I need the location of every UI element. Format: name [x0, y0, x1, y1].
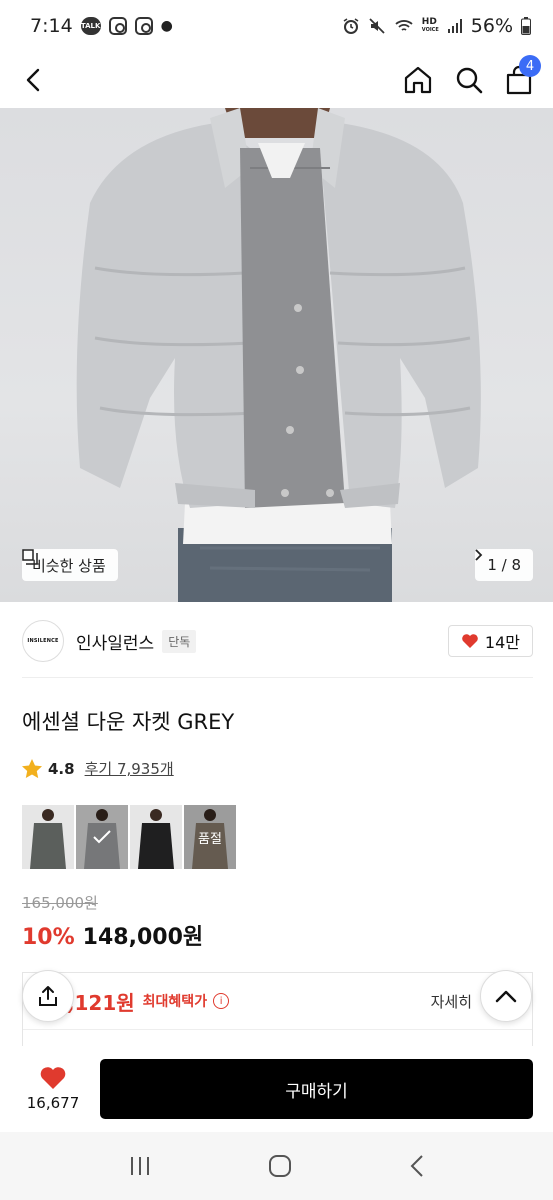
scroll-top-button[interactable] — [480, 970, 532, 1022]
mute-icon — [369, 18, 385, 34]
variant-thumb[interactable] — [130, 805, 182, 869]
image-counter-text: 1 / 8 — [487, 556, 521, 574]
home-icon[interactable] — [403, 65, 433, 95]
variant-thumb-soldout[interactable]: 품절 — [184, 805, 236, 869]
wifi-icon — [395, 20, 413, 31]
variant-photo — [30, 809, 66, 869]
reviews-link[interactable]: 후기 7,935개 — [85, 758, 174, 779]
sale-price: 148,000원 — [82, 925, 204, 950]
exclusive-tag: 단독 — [162, 629, 197, 653]
chevron-up-icon — [495, 990, 517, 1003]
share-icon — [39, 986, 57, 1006]
battery-icon — [521, 17, 531, 35]
share-button[interactable] — [22, 970, 74, 1022]
wishlist-count: 16,677 — [26, 1094, 80, 1112]
back-nav-icon[interactable] — [409, 1154, 425, 1178]
max-benefit-label: 최대혜택가 — [142, 994, 208, 1010]
product-title: 에센셜 다운 자켓 GREY — [22, 710, 235, 734]
chevron-right-icon — [475, 549, 483, 561]
product-photo — [76, 108, 481, 602]
benefit-details-link[interactable]: 자세히 — [431, 991, 472, 1012]
brand-logo[interactable]: INSILENCE — [22, 620, 64, 662]
system-nav-bar — [0, 1132, 553, 1200]
more-notifications-icon: ● — [160, 18, 173, 34]
search-icon[interactable] — [455, 66, 483, 94]
variant-thumb[interactable] — [22, 805, 74, 869]
variant-photo — [138, 809, 174, 869]
bottom-purchase-bar: 16,677 구매하기 — [0, 1046, 553, 1132]
heart-icon — [40, 1067, 66, 1089]
rating-row: 4.8 후기 7,935개 — [22, 758, 174, 779]
battery-percent: 56% — [470, 15, 513, 37]
signal-icon — [447, 19, 462, 33]
info-icon[interactable]: i — [213, 993, 230, 1009]
image-counter[interactable]: 1 / 8 — [475, 549, 533, 581]
brand-like-button[interactable]: 14만 — [447, 625, 533, 657]
wishlist-button[interactable]: 16,677 — [18, 1066, 88, 1112]
similar-products-button[interactable]: 비슷한 상품 — [22, 549, 118, 581]
buy-button[interactable]: 구매하기 — [100, 1059, 533, 1119]
home-nav-icon[interactable] — [268, 1154, 292, 1178]
heart-icon — [462, 634, 478, 648]
soldout-label: 품절 — [184, 805, 236, 869]
product-image-carousel[interactable]: 비슷한 상품 1 / 8 — [0, 108, 553, 602]
divider — [22, 677, 533, 678]
cart-button[interactable]: 4 — [505, 55, 541, 95]
status-time: 7:14 — [30, 15, 73, 37]
price-row: 10% 148,000원 — [22, 919, 203, 951]
recent-apps-icon[interactable] — [128, 1155, 152, 1177]
kakaotalk-icon: TALK — [80, 17, 101, 35]
app-bar: 4 — [0, 52, 553, 108]
similar-products-label: 비슷한 상품 — [32, 556, 106, 575]
max-benefit-row[interactable]: 2,121원 최대혜택가 i 자세히 — [23, 973, 532, 1029]
brand-name[interactable]: 인사일런스 — [76, 629, 154, 654]
instagram-icon — [108, 17, 127, 35]
rating-score: 4.8 — [48, 759, 75, 778]
status-bar: 7:14 TALK ● HD VOICE 56% — [0, 0, 553, 52]
hd-voice-icon: HD VOICE — [421, 17, 439, 34]
instagram-icon-2 — [134, 17, 153, 35]
back-arrow-icon[interactable] — [20, 66, 48, 94]
brand-row: INSILENCE 인사일런스 단독 14만 — [22, 620, 533, 662]
variant-thumb-selected[interactable] — [76, 805, 128, 869]
original-price: 165,000원 — [22, 894, 98, 912]
divider — [23, 1029, 532, 1030]
selected-check-icon — [76, 805, 128, 869]
star-icon — [22, 759, 42, 778]
brand-like-count: 14만 — [484, 633, 520, 652]
alarm-icon — [343, 18, 359, 34]
similar-items-icon — [22, 549, 38, 565]
cart-count-badge: 4 — [519, 55, 541, 77]
color-variants: 품절 — [22, 805, 236, 869]
discount-rate: 10% — [22, 925, 75, 950]
